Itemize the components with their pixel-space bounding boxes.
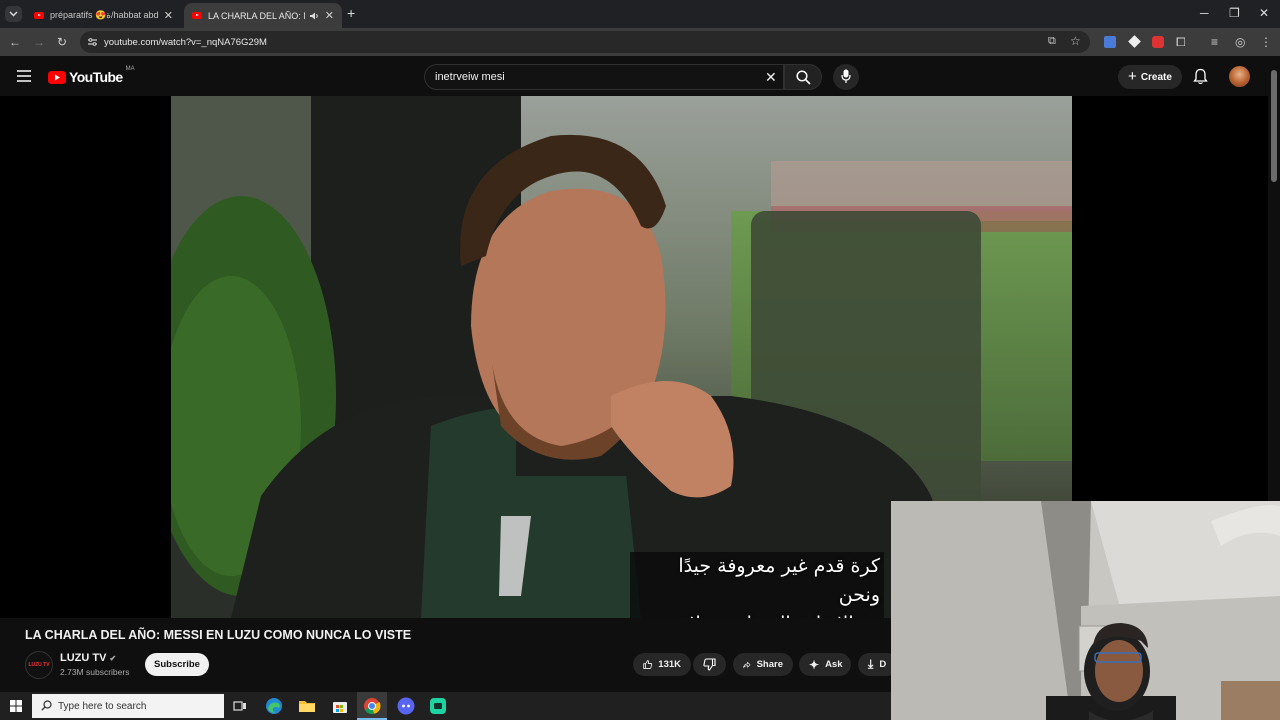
minimize-icon[interactable]: ─ bbox=[1200, 6, 1209, 20]
ask-label: Ask bbox=[825, 659, 843, 670]
new-tab-button[interactable]: + bbox=[347, 6, 355, 20]
task-view-icon[interactable] bbox=[230, 696, 250, 716]
scrollbar-thumb[interactable] bbox=[1271, 70, 1277, 182]
ask-button[interactable]: ✦ Ask bbox=[799, 653, 851, 676]
profile-icon[interactable]: ◎ bbox=[1235, 35, 1245, 49]
windows-start-icon[interactable] bbox=[10, 700, 22, 712]
youtube-favicon-icon bbox=[192, 12, 202, 19]
thumbs-down-icon bbox=[703, 658, 716, 671]
search-input[interactable]: inetrveiw mesi ✕ bbox=[424, 64, 784, 90]
like-button[interactable]: 131K bbox=[633, 653, 691, 676]
site-info-icon[interactable] bbox=[87, 37, 98, 47]
thumbs-up-icon bbox=[643, 660, 652, 669]
tab-title: préparatifs 😍ة/habbat abdel bbox=[50, 10, 158, 20]
video-captions: كرة قدم غير معروفة جيدًا ونحن مع الإشارة… bbox=[630, 552, 884, 618]
logo-text: YouTube bbox=[69, 69, 123, 85]
extension-red-icon[interactable] bbox=[1152, 36, 1164, 48]
dislike-button[interactable] bbox=[693, 653, 726, 676]
taskbar-search-box[interactable]: Type here to search bbox=[32, 694, 224, 718]
caption-line: مع الإشارة إلى نادي ميلانو الذي bbox=[630, 610, 884, 618]
webcam-feed-image bbox=[891, 501, 1280, 720]
search-button[interactable] bbox=[784, 64, 822, 90]
channel-avatar[interactable]: LUZU TV bbox=[25, 651, 53, 679]
voice-search-button[interactable] bbox=[833, 64, 859, 90]
avatar[interactable] bbox=[1229, 66, 1250, 87]
youtube-logo[interactable]: YouTube MA bbox=[48, 66, 135, 85]
windows-taskbar: Type here to search bbox=[0, 692, 891, 720]
channel-name-text: LUZU TV bbox=[60, 652, 107, 664]
address-bar[interactable]: youtube.com/watch?v=_nqNA76G29M ⧉ ☆ bbox=[80, 31, 1090, 53]
notifications-bell-icon[interactable] bbox=[1193, 68, 1208, 85]
chevron-down-icon bbox=[9, 11, 18, 17]
media-controls-icon[interactable]: ≡ bbox=[1211, 35, 1218, 49]
like-count: 131K bbox=[658, 659, 681, 670]
search-icon bbox=[41, 700, 52, 711]
translate-extension-icon[interactable] bbox=[1104, 36, 1116, 48]
tab-la-charla[interactable]: LA CHARLA DEL AÑO: MES ✕ bbox=[184, 3, 342, 28]
youtube-favicon-icon bbox=[34, 12, 44, 19]
install-app-icon[interactable]: ⧉ bbox=[1048, 35, 1056, 48]
youtube-play-logo-icon bbox=[48, 70, 66, 84]
browser-toolbar: ← → ↻ youtube.com/watch?v=_nqNA76G29M ⧉ … bbox=[0, 28, 1280, 56]
edge-browser-icon[interactable] bbox=[264, 696, 284, 716]
back-icon[interactable]: ← bbox=[9, 35, 21, 49]
file-explorer-icon[interactable] bbox=[297, 696, 317, 716]
browser-tab-strip: préparatifs 😍ة/habbat abdel ✕ LA CHARLA … bbox=[0, 0, 1280, 28]
clear-search-icon[interactable]: ✕ bbox=[765, 69, 777, 85]
youtube-masthead: YouTube MA inetrveiw mesi ✕ + Create bbox=[0, 56, 1280, 96]
share-button[interactable]: Share bbox=[733, 653, 793, 676]
webcam-overlay bbox=[891, 501, 1280, 720]
taskbar-search-placeholder: Type here to search bbox=[58, 700, 147, 712]
hamburger-menu-icon[interactable] bbox=[17, 70, 31, 82]
microphone-icon bbox=[841, 69, 851, 83]
forward-icon[interactable]: → bbox=[33, 35, 45, 49]
close-tab-icon[interactable]: ✕ bbox=[164, 9, 173, 22]
extensions-puzzle-icon[interactable]: ⧠ bbox=[1176, 35, 1186, 49]
caption-line: كرة قدم غير معروفة جيدًا ونحن bbox=[630, 552, 884, 610]
green-app-icon[interactable] bbox=[428, 696, 448, 716]
share-label: Share bbox=[756, 659, 783, 670]
search-icon bbox=[796, 70, 811, 85]
chrome-taskbar-button[interactable] bbox=[357, 692, 387, 720]
chrome-browser-icon bbox=[364, 698, 381, 715]
create-label: Create bbox=[1140, 71, 1172, 83]
sparkle-icon: ✦ bbox=[809, 657, 820, 672]
verified-check-icon: ✔ bbox=[109, 654, 117, 663]
extension-diamond-icon[interactable] bbox=[1128, 35, 1141, 48]
close-window-icon[interactable]: ✕ bbox=[1259, 6, 1269, 20]
reload-icon[interactable]: ↻ bbox=[57, 35, 67, 49]
plus-icon: + bbox=[1128, 68, 1137, 85]
create-button[interactable]: + Create bbox=[1118, 65, 1182, 89]
close-tab-icon[interactable]: ✕ bbox=[325, 9, 334, 22]
discord-app-icon[interactable] bbox=[396, 696, 416, 716]
tab-preparatifs[interactable]: préparatifs 😍ة/habbat abdel ✕ bbox=[26, 3, 181, 28]
subscribe-button[interactable]: Subscribe bbox=[145, 653, 209, 676]
search-query: inetrveiw mesi bbox=[435, 71, 505, 83]
download-label: D bbox=[879, 659, 887, 670]
channel-name[interactable]: LUZU TV ✔ bbox=[60, 652, 116, 664]
url-text: youtube.com/watch?v=_nqNA76G29M bbox=[104, 36, 267, 48]
chrome-menu-icon[interactable]: ⋮ bbox=[1260, 35, 1272, 49]
tab-search-dropdown[interactable] bbox=[5, 6, 22, 22]
video-title: LA CHARLA DEL AÑO: MESSI EN LUZU COMO NU… bbox=[25, 628, 412, 642]
channel-avatar-text: LUZU TV bbox=[28, 662, 50, 668]
tab-title: LA CHARLA DEL AÑO: MES bbox=[208, 10, 305, 21]
bookmark-star-icon[interactable]: ☆ bbox=[1070, 34, 1081, 48]
microsoft-store-icon[interactable] bbox=[330, 696, 350, 716]
share-arrow-icon bbox=[743, 661, 751, 668]
audio-playing-icon[interactable] bbox=[309, 11, 319, 21]
region-code: MA bbox=[125, 66, 135, 72]
subscriber-count: 2.73M subscribers bbox=[60, 667, 130, 677]
restore-icon[interactable]: ❐ bbox=[1229, 6, 1240, 20]
download-icon: ⤓ bbox=[868, 657, 874, 671]
